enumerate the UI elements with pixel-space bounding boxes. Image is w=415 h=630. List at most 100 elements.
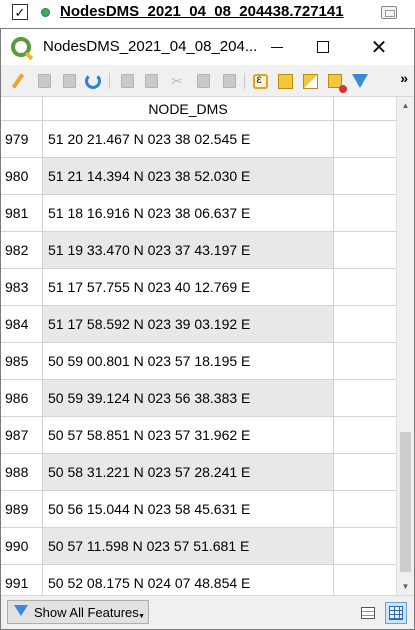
scissors-icon: ✂: [171, 72, 183, 89]
table-row[interactable]: 980 51 21 14.394 N 023 38 52.030 E: [1, 158, 396, 195]
cell-node-dms[interactable]: 50 58 31.221 N 023 57 28.241 E: [43, 454, 334, 490]
reload-icon: [85, 73, 101, 89]
layer-tree-row[interactable]: ✓ NodesDMS_2021_04_08_204438.727141: [0, 0, 415, 28]
scroll-up-arrow-icon[interactable]: ▲: [397, 97, 414, 114]
cell-node-dms[interactable]: 51 19 33.470 N 023 37 43.197 E: [43, 232, 334, 268]
layer-visibility-checkbox[interactable]: ✓: [12, 4, 28, 20]
cell-node-dms[interactable]: 51 17 58.592 N 023 39 03.192 E: [43, 306, 334, 342]
save-icon: [62, 74, 76, 88]
scrollbar-thumb[interactable]: [400, 432, 411, 572]
feature-filter-dropdown[interactable]: Show All Features ▼: [7, 600, 149, 624]
toggle-multi-edit-button[interactable]: [34, 71, 54, 91]
feature-filter-label: Show All Features: [34, 604, 139, 620]
copy-button[interactable]: [193, 71, 213, 91]
row-header[interactable]: 981: [1, 195, 43, 231]
row-header[interactable]: 980: [1, 158, 43, 194]
filter-icon: [14, 605, 28, 619]
cell-node-dms[interactable]: 51 18 16.916 N 023 38 06.637 E: [43, 195, 334, 231]
row-header[interactable]: 983: [1, 269, 43, 305]
close-button[interactable]: ✕: [356, 29, 402, 65]
scroll-down-arrow-icon[interactable]: ▼: [397, 578, 414, 595]
row-header[interactable]: 982: [1, 232, 43, 268]
cell-node-dms[interactable]: 51 20 21.467 N 023 38 02.545 E: [43, 121, 334, 157]
expression-icon: [252, 72, 268, 89]
open-attribute-table-icon[interactable]: [381, 6, 397, 19]
table-row[interactable]: 988 50 58 31.221 N 023 57 28.241 E: [1, 454, 396, 491]
row-header[interactable]: 988: [1, 454, 43, 490]
invert-selection-button[interactable]: [300, 71, 320, 91]
cell-node-dms[interactable]: 50 56 15.044 N 023 58 45.631 E: [43, 491, 334, 527]
deselect-icon: [328, 74, 347, 93]
column-header-row: NODE_DMS: [1, 97, 414, 121]
attribute-table: NODE_DMS 979 51 20 21.467 N 023 38 02.545…: [1, 97, 414, 595]
table-corner-button[interactable]: [1, 97, 43, 121]
cell-node-dms[interactable]: 51 17 57.755 N 023 40 12.769 E: [43, 269, 334, 305]
multi-edit-icon: [37, 74, 51, 88]
cell-node-dms[interactable]: 51 21 14.394 N 023 38 52.030 E: [43, 158, 334, 194]
toggle-editing-button[interactable]: [8, 71, 28, 91]
filter-icon: [352, 74, 368, 88]
bottom-bar: Show All Features ▼: [1, 595, 414, 629]
select-all-button[interactable]: [275, 71, 295, 91]
delete-feature-button[interactable]: [141, 71, 161, 91]
point-symbol-icon: [41, 8, 50, 17]
toolbar-separator: [244, 73, 245, 89]
pencil-icon: [11, 73, 25, 89]
table-row[interactable]: 986 50 59 39.124 N 023 56 38.383 E: [1, 380, 396, 417]
maximize-icon: [317, 41, 329, 53]
attribute-table-window: NodesDMS_2021_04_08_204... ✕ ✂ » NODE_DM…: [0, 28, 415, 630]
select-by-expression-button[interactable]: [250, 71, 270, 91]
row-header[interactable]: 990: [1, 528, 43, 564]
table-row[interactable]: 987 50 57 58.851 N 023 57 31.962 E: [1, 417, 396, 454]
invert-selection-icon: [302, 73, 318, 89]
cell-node-dms[interactable]: 50 57 58.851 N 023 57 31.962 E: [43, 417, 334, 453]
form-view-button[interactable]: [357, 602, 379, 624]
table-view-button[interactable]: [385, 602, 407, 624]
table-rows: 979 51 20 21.467 N 023 38 02.545 E 980 51 2…: [1, 121, 396, 595]
cell-node-dms[interactable]: 50 59 39.124 N 023 56 38.383 E: [43, 380, 334, 416]
cell-node-dms[interactable]: 50 52 08.175 N 024 07 48.854 E: [43, 565, 334, 595]
window-title: NodesDMS_2021_04_08_204...: [43, 38, 258, 55]
row-header[interactable]: 985: [1, 343, 43, 379]
qgis-logo-icon: [11, 37, 31, 57]
table-row[interactable]: 984 51 17 58.592 N 023 39 03.192 E: [1, 306, 396, 343]
filter-selected-button[interactable]: [350, 71, 370, 91]
row-header[interactable]: 987: [1, 417, 43, 453]
toolbar-separator: [109, 73, 110, 89]
minimize-button[interactable]: [254, 29, 300, 65]
cut-button[interactable]: ✂: [167, 71, 187, 91]
table-row[interactable]: 989 50 56 15.044 N 023 58 45.631 E: [1, 491, 396, 528]
table-row[interactable]: 982 51 19 33.470 N 023 37 43.197 E: [1, 232, 396, 269]
paste-button[interactable]: [219, 71, 239, 91]
save-edits-button[interactable]: [59, 71, 79, 91]
title-bar[interactable]: NodesDMS_2021_04_08_204... ✕: [1, 29, 414, 65]
deselect-all-button[interactable]: [325, 71, 347, 93]
cell-node-dms[interactable]: 50 59 00.801 N 023 57 18.195 E: [43, 343, 334, 379]
row-header[interactable]: 989: [1, 491, 43, 527]
delete-feature-icon: [144, 74, 158, 88]
vertical-scrollbar[interactable]: ▲ ▼: [396, 97, 414, 595]
row-header[interactable]: 984: [1, 306, 43, 342]
table-row[interactable]: 985 50 59 00.801 N 023 57 18.195 E: [1, 343, 396, 380]
add-feature-button[interactable]: [117, 71, 137, 91]
row-header[interactable]: 986: [1, 380, 43, 416]
layer-name[interactable]: NodesDMS_2021_04_08_204438.727141: [60, 3, 344, 20]
table-row[interactable]: 979 51 20 21.467 N 023 38 02.545 E: [1, 121, 396, 158]
select-all-icon: [277, 73, 293, 89]
add-feature-icon: [120, 74, 134, 88]
attribute-toolbar: ✂ »: [1, 65, 414, 97]
table-view-icon: [389, 606, 403, 620]
reload-button[interactable]: [83, 71, 103, 91]
table-row[interactable]: 981 51 18 16.916 N 023 38 06.637 E: [1, 195, 396, 232]
row-header[interactable]: 991: [1, 565, 43, 595]
copy-icon: [196, 74, 210, 88]
table-row[interactable]: 983 51 17 57.755 N 023 40 12.769 E: [1, 269, 396, 306]
dropdown-arrow-icon: ▼: [138, 613, 145, 620]
column-header-node-dms[interactable]: NODE_DMS: [43, 97, 334, 121]
toolbar-overflow-button[interactable]: »: [400, 70, 408, 86]
table-row[interactable]: 990 50 57 11.598 N 023 57 51.681 E: [1, 528, 396, 565]
maximize-button[interactable]: [300, 29, 346, 65]
cell-node-dms[interactable]: 50 57 11.598 N 023 57 51.681 E: [43, 528, 334, 564]
table-row[interactable]: 991 50 52 08.175 N 024 07 48.854 E: [1, 565, 396, 595]
row-header[interactable]: 979: [1, 121, 43, 157]
